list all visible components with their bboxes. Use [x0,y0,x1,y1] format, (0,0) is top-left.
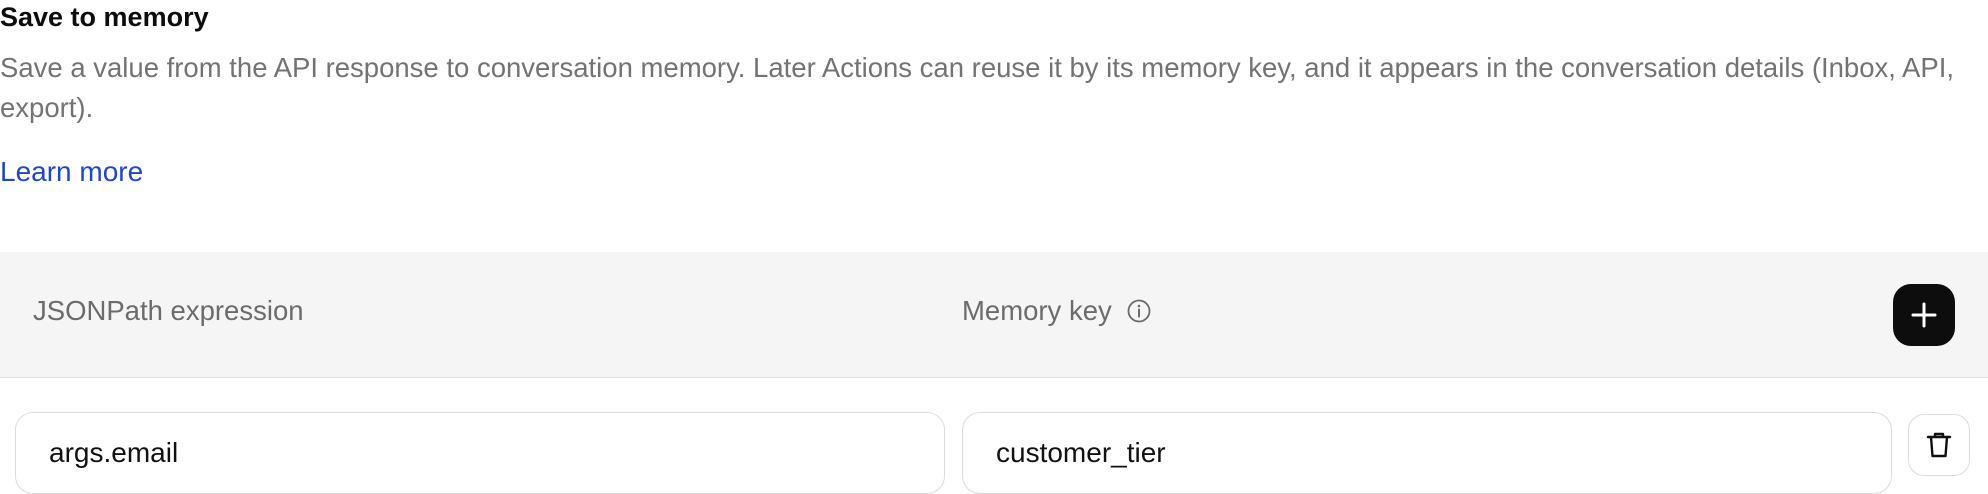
column-header-jsonpath: JSONPath expression [33,295,304,327]
table-row [0,412,1988,494]
table-header: JSONPath expression Memory key [0,252,1988,378]
jsonpath-input[interactable] [15,412,945,494]
section-title: Save to memory [0,2,209,32]
memory-key-input[interactable] [962,412,1892,494]
delete-row-button[interactable] [1908,414,1970,476]
learn-more-link[interactable]: Learn more [0,156,143,188]
column-header-memory-key-label: Memory key [962,295,1112,326]
section-description: Save a value from the API response to co… [0,52,1954,123]
info-icon[interactable] [1126,298,1152,324]
add-row-button[interactable] [1893,284,1955,346]
trash-icon [1925,430,1953,460]
column-header-memory-key: Memory key [962,295,1152,327]
column-header-jsonpath-label: JSONPath expression [33,295,304,326]
plus-icon [1910,301,1938,329]
